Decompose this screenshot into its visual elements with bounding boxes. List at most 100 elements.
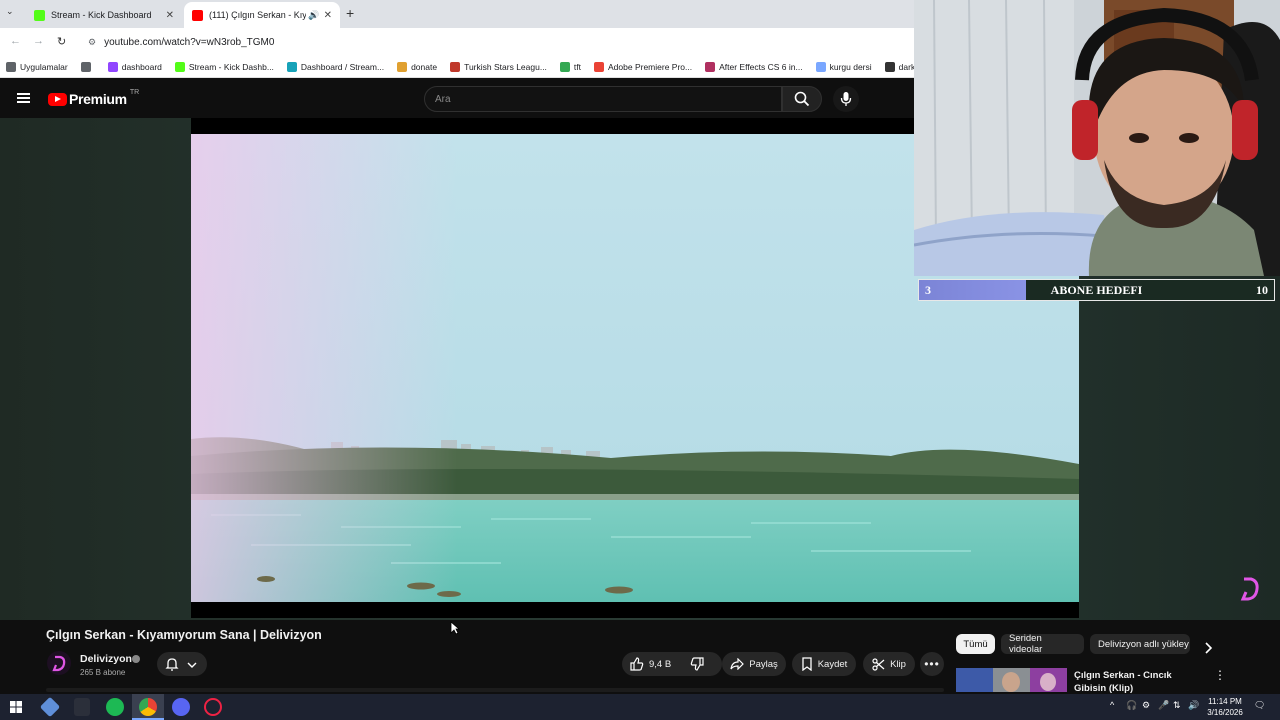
tab-search-chevron-icon[interactable]: ⌄ [6, 6, 14, 17]
discord-icon[interactable] [172, 698, 190, 716]
clip-button[interactable]: Klip [863, 652, 915, 676]
bookmark-favicon-icon [286, 61, 297, 72]
share-arrow-icon [730, 658, 745, 670]
bookmark-item[interactable]: donate [397, 61, 437, 72]
tab-title: (111) Çılgın Serkan - Kıyamıyorum Sana |… [209, 10, 307, 20]
youtube-play-logo-icon [48, 92, 67, 106]
bookmark-item[interactable]: Turkish Stars Leagu... [450, 61, 547, 72]
tab-kick-dashboard[interactable]: Stream - Kick Dashboard ✕ [26, 2, 182, 28]
bookmark-icon [802, 657, 812, 671]
bookmark-label: dashboard [121, 61, 162, 72]
clock-date: 3/16/2026 [1207, 708, 1243, 717]
tab-title: Stream - Kick Dashboard [51, 10, 152, 20]
microphone-icon [840, 92, 852, 106]
site-info-icon[interactable]: ⚙ [88, 37, 96, 48]
steam-icon[interactable]: ⚙ [1142, 700, 1150, 711]
forward-arrow-icon[interactable]: → [33, 35, 44, 47]
save-label: Kaydet [817, 658, 848, 670]
bookmark-favicon-icon [884, 61, 895, 72]
spotify-icon[interactable] [106, 698, 124, 716]
thumbs-down-icon [690, 657, 704, 671]
back-arrow-icon[interactable]: ← [10, 35, 21, 47]
chip-all[interactable]: Tümü [956, 634, 995, 654]
recommendation-thumbnail[interactable] [956, 668, 1067, 692]
bell-icon [165, 658, 179, 671]
network-icon[interactable]: ⇅ [1173, 700, 1181, 711]
dislike-button[interactable] [690, 657, 709, 674]
file-manager-icon[interactable] [74, 698, 90, 716]
bookmark-favicon-icon [594, 61, 605, 72]
youtube-premium-logo[interactable]: Premium TR [48, 89, 139, 107]
windows-start-icon[interactable] [10, 701, 22, 713]
bookmark-label: After Effects CS 6 in... [719, 61, 803, 72]
youtube-favicon-icon [192, 9, 203, 21]
share-button[interactable]: Paylaş [722, 652, 786, 676]
microphone-tray-icon[interactable]: 🎤 [1158, 700, 1169, 711]
like-button[interactable]: 9,4 B [630, 657, 671, 671]
bookmark-item[interactable]: tft [559, 61, 581, 72]
clip-label: Klip [890, 658, 906, 670]
bookmark-favicon-icon [705, 61, 716, 72]
url-text: youtube.com/watch?v=wN3rob_TGM0 [104, 36, 275, 48]
bookmark-item[interactable]: Dashboard / Stream... [286, 61, 385, 72]
obs-icon[interactable] [204, 698, 222, 716]
app-launcher-icon[interactable] [39, 696, 61, 718]
chevron-right-icon[interactable] [1203, 642, 1213, 654]
search-button[interactable] [782, 86, 822, 112]
bookmark-favicon-icon [450, 61, 461, 72]
streamer-webcam-image [914, 0, 1280, 276]
bookmark-label: Dashboard / Stream... [300, 61, 385, 72]
channel-watermark-logo [1240, 577, 1259, 601]
channel-avatar[interactable] [47, 651, 71, 675]
chrome-icon[interactable] [139, 698, 157, 716]
bookmark-item[interactable]: Uygulamalar [6, 61, 68, 72]
bookmark-label: kurgu dersi [829, 61, 872, 72]
thumbnail-image [956, 668, 1067, 692]
url-field[interactable]: ⚙ youtube.com/watch?v=wN3rob_TGM0 [82, 31, 908, 53]
more-horizontal-icon: ••• [924, 657, 940, 671]
bookmark-favicon-icon [815, 61, 826, 72]
headset-icon[interactable]: 🎧 [1126, 700, 1137, 711]
bookmark-item[interactable] [80, 61, 95, 72]
bookmark-favicon-icon [174, 61, 185, 72]
subscription-bell-button[interactable] [157, 652, 207, 676]
tab-strip: ⌄ Stream - Kick Dashboard ✕ (111) Çılgın… [0, 0, 914, 28]
address-bar-row: ← → ↻ ⚙ youtube.com/watch?v=wN3rob_TGM0 [0, 28, 914, 56]
verified-check-icon [132, 655, 140, 663]
tray-expand-icon[interactable]: ^ [1110, 700, 1114, 710]
recommendation-title[interactable]: Çılgın Serkan - Cıncık Gibisin (Klip) [1074, 669, 1204, 695]
kick-favicon-icon [34, 9, 45, 21]
clock-time: 11:14 PM [1208, 697, 1242, 706]
bookmark-item[interactable]: dashboard [107, 61, 162, 72]
bookmark-item[interactable]: darko [884, 61, 914, 72]
bookmark-favicon-icon [397, 61, 408, 72]
more-vertical-icon[interactable]: ⋮ [1214, 668, 1226, 682]
chip-channel-uploads[interactable]: Delivizyon adlı yükley [1090, 634, 1190, 654]
volume-icon[interactable]: 🔊 [1188, 700, 1199, 711]
share-label: Paylaş [749, 658, 778, 670]
bookmark-item[interactable]: kurgu dersi [815, 61, 872, 72]
close-tab-icon[interactable]: ✕ [324, 10, 332, 21]
bookmark-label: Turkish Stars Leagu... [464, 61, 547, 72]
chip-series-videos[interactable]: Seriden videolar [1001, 633, 1084, 655]
bookmark-favicon-icon [80, 61, 91, 72]
save-button[interactable]: Kaydet [792, 652, 856, 676]
reload-icon[interactable]: ↻ [57, 35, 66, 48]
voice-search-button[interactable] [833, 86, 859, 112]
bookmark-item[interactable]: Adobe Premiere Pro... [594, 61, 692, 72]
channel-name[interactable]: Delivizyon [80, 653, 132, 665]
close-tab-icon[interactable]: ✕ [166, 10, 174, 21]
bookmark-item[interactable]: After Effects CS 6 in... [705, 61, 803, 72]
search-input[interactable] [425, 87, 781, 111]
new-tab-plus-icon[interactable]: + [346, 5, 354, 21]
tab-youtube-video[interactable]: (111) Çılgın Serkan - Kıyamıyorum Sana |… [184, 2, 340, 28]
search-box [424, 86, 782, 112]
notifications-icon[interactable]: 🗨 [1254, 700, 1265, 711]
bookmark-item[interactable]: Stream - Kick Dashb... [174, 61, 274, 72]
bookmark-favicon-icon [559, 61, 570, 72]
menu-icon[interactable] [17, 93, 30, 103]
windows-taskbar: ^ 🎧 ⚙ 🎤 ⇅ 🔊 11:14 PM 3/16/2026 🗨 [0, 694, 1280, 720]
speaker-icon[interactable]: 🔊 [308, 10, 319, 21]
more-actions-button[interactable]: ••• [920, 652, 944, 676]
system-clock[interactable]: 11:14 PM 3/16/2026 [1200, 696, 1250, 718]
